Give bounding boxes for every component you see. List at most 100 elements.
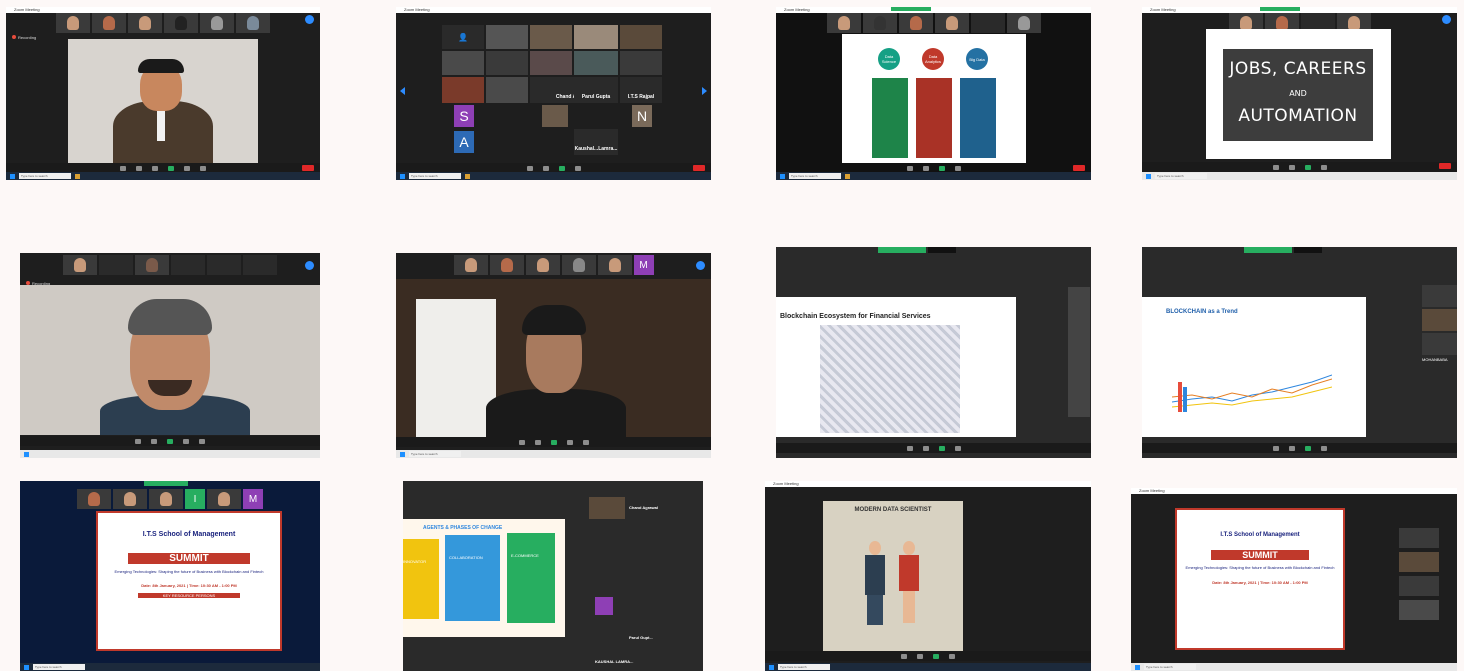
- taskbar-search[interactable]: Type here to search: [1144, 664, 1196, 670]
- folder-icon[interactable]: [75, 173, 80, 179]
- taskbar: Type here to search: [776, 172, 1091, 180]
- mute-icon[interactable]: [120, 165, 126, 171]
- taskbar: Type here to search: [1142, 172, 1457, 180]
- taskbar-search[interactable]: Type here to search: [778, 664, 830, 670]
- taskbar-search[interactable]: Type here to search: [33, 664, 85, 670]
- participant-thumb[interactable]: [200, 13, 234, 33]
- phase-collaboration: COLLABORATION: [445, 535, 500, 621]
- end-meeting-button[interactable]: [693, 165, 705, 171]
- taskbar-search[interactable]: Type here to search: [789, 173, 841, 179]
- side-participants: MOHANBABA: [1422, 285, 1457, 435]
- taskbar-search[interactable]: Type here to search: [1155, 173, 1207, 179]
- jobs-line-1: JOBS, CAREERS: [1229, 59, 1367, 79]
- grid-tile-s[interactable]: S: [454, 105, 474, 127]
- taskbar-search[interactable]: Type here to search: [409, 451, 461, 457]
- window-title: Zoom Meeting: [1139, 488, 1165, 493]
- grid-tile-parul[interactable]: Parul Gupta: [574, 77, 618, 103]
- end-meeting-button[interactable]: [1073, 165, 1085, 171]
- participant-thumb[interactable]: [56, 13, 90, 33]
- meeting-controls: [765, 651, 1091, 661]
- screenshot-jobs-slide: Zoom Meeting JOBS, CAREERS AND AUTOMATIO…: [1142, 7, 1457, 180]
- taskbar: Type here to search: [6, 172, 320, 180]
- zoom-shield-icon[interactable]: [305, 261, 314, 270]
- zoom-shield-icon[interactable]: [1442, 15, 1451, 24]
- taskbar: Type here to search: [20, 663, 320, 671]
- grid-tile-n[interactable]: N: [632, 105, 652, 127]
- start-icon[interactable]: [780, 173, 785, 179]
- speaker-video: [396, 279, 711, 437]
- screenshot-summit-flyer-2: Zoom Meeting I.T.S School of Management …: [1131, 488, 1457, 671]
- taskbar: Type here to search: [396, 172, 711, 180]
- chat-icon[interactable]: [574, 165, 581, 171]
- zoom-shield-icon[interactable]: [696, 261, 705, 270]
- grid-tile-a[interactable]: A: [454, 131, 474, 153]
- participant-thumb-m[interactable]: M: [633, 255, 654, 275]
- shared-slide: Blockchain Ecosystem for Financial Servi…: [776, 297, 1016, 437]
- key-persons: KEY RESOURCE PERSONS: [138, 593, 240, 598]
- trend-chart: [1172, 374, 1332, 412]
- video-icon[interactable]: [136, 165, 142, 171]
- phase-innovator: INNOVATOR: [403, 539, 439, 619]
- jobs-line-3: AUTOMATION: [1238, 106, 1358, 126]
- shared-slide: BLOCKCHAIN as a Trend: [1142, 297, 1366, 437]
- participant-strip: [20, 255, 320, 277]
- summit-flyer: I.T.S School of Management SUMMIT Emergi…: [1175, 508, 1345, 650]
- chevron-right-icon[interactable]: [702, 87, 707, 95]
- data-analytics-circle: Data Analytics: [922, 48, 944, 70]
- participant-thumb-i[interactable]: I: [185, 489, 205, 509]
- screenshot-data-science-slide: Zoom Meeting Data Science Data Analytics…: [776, 7, 1091, 180]
- video-icon[interactable]: [542, 165, 549, 171]
- end-meeting-button[interactable]: [302, 165, 314, 171]
- taskbar: Type here to search: [1131, 663, 1457, 671]
- taskbar: Type here to search: [396, 450, 711, 458]
- gallery-grid: 👤 Chand Agrawal Parul Gupta I.T.S Rajpal…: [442, 25, 662, 160]
- end-meeting-button[interactable]: [1439, 163, 1451, 169]
- participant-thumb[interactable]: [128, 13, 162, 33]
- side-participants: [1399, 528, 1439, 638]
- participant-strip: [776, 13, 1091, 35]
- grid-tile-kaushal[interactable]: Kaushal...Lamra...: [574, 129, 618, 155]
- screenshot-agents-change: AGENTS & PHASES OF CHANGE INNOVATOR COLL…: [403, 481, 703, 671]
- school-name: I.T.S School of Management: [1220, 532, 1300, 538]
- participant-thumb[interactable]: [164, 13, 198, 33]
- screenshot-blockchain-ecosystem: Blockchain Ecosystem for Financial Servi…: [776, 247, 1091, 458]
- participants-icon[interactable]: [152, 165, 158, 171]
- side-name-parul: Parul Gupt...: [629, 635, 653, 640]
- taskbar-search[interactable]: Type here to search: [19, 173, 71, 179]
- shared-slide: AGENTS & PHASES OF CHANGE INNOVATOR COLL…: [403, 519, 565, 637]
- summit-title: SUMMIT: [128, 553, 250, 564]
- taskbar-search[interactable]: Type here to search: [409, 173, 461, 179]
- taskbar: [20, 450, 320, 458]
- meeting-controls: [776, 443, 1091, 453]
- folder-icon[interactable]: [845, 173, 850, 179]
- side-name-mohanbaba: MOHANBABA: [1422, 357, 1448, 362]
- participant-strip: [6, 13, 320, 35]
- record-icon[interactable]: [200, 165, 206, 171]
- slide-title: BLOCKCHAIN as a Trend: [1166, 309, 1238, 315]
- folder-icon[interactable]: [465, 173, 470, 179]
- screenshot-blockchain-trend: BLOCKCHAIN as a Trend MOHANBABA: [1142, 247, 1457, 458]
- mute-icon[interactable]: [526, 165, 533, 171]
- recording-indicator: Recording: [12, 35, 36, 40]
- summit-theme: Emerging Technologies: Shaping the futur…: [114, 569, 264, 574]
- participant-thumb-m[interactable]: M: [243, 489, 263, 509]
- meeting-controls: [1142, 162, 1457, 172]
- screenshot-speaker-woman: M Type here to search: [396, 253, 711, 458]
- share-screen-icon[interactable]: [558, 165, 565, 171]
- slide-title: MODERN DATA SCIENTIST: [854, 507, 932, 513]
- start-icon[interactable]: [400, 173, 405, 179]
- start-icon[interactable]: [10, 173, 15, 179]
- chat-icon[interactable]: [184, 165, 190, 171]
- summit-theme: Emerging Technologies: Shaping the futur…: [1185, 565, 1335, 570]
- jobs-title-box: JOBS, CAREERS AND AUTOMATION: [1223, 49, 1373, 141]
- start-icon[interactable]: [1146, 173, 1151, 179]
- speaker-video: [68, 39, 258, 164]
- participant-thumb[interactable]: [236, 13, 270, 33]
- big-data-circle: Big Data: [966, 48, 988, 70]
- grid-tile-rajpal[interactable]: I.T.S Rajpal: [620, 77, 662, 103]
- participant-thumb[interactable]: [92, 13, 126, 33]
- zoom-shield-icon[interactable]: [305, 15, 314, 24]
- share-screen-icon[interactable]: [168, 165, 174, 171]
- chevron-left-icon[interactable]: [400, 87, 405, 95]
- side-participants: Chand Agrawal Parul Gupt... KAUSHAL LAMR…: [589, 497, 703, 667]
